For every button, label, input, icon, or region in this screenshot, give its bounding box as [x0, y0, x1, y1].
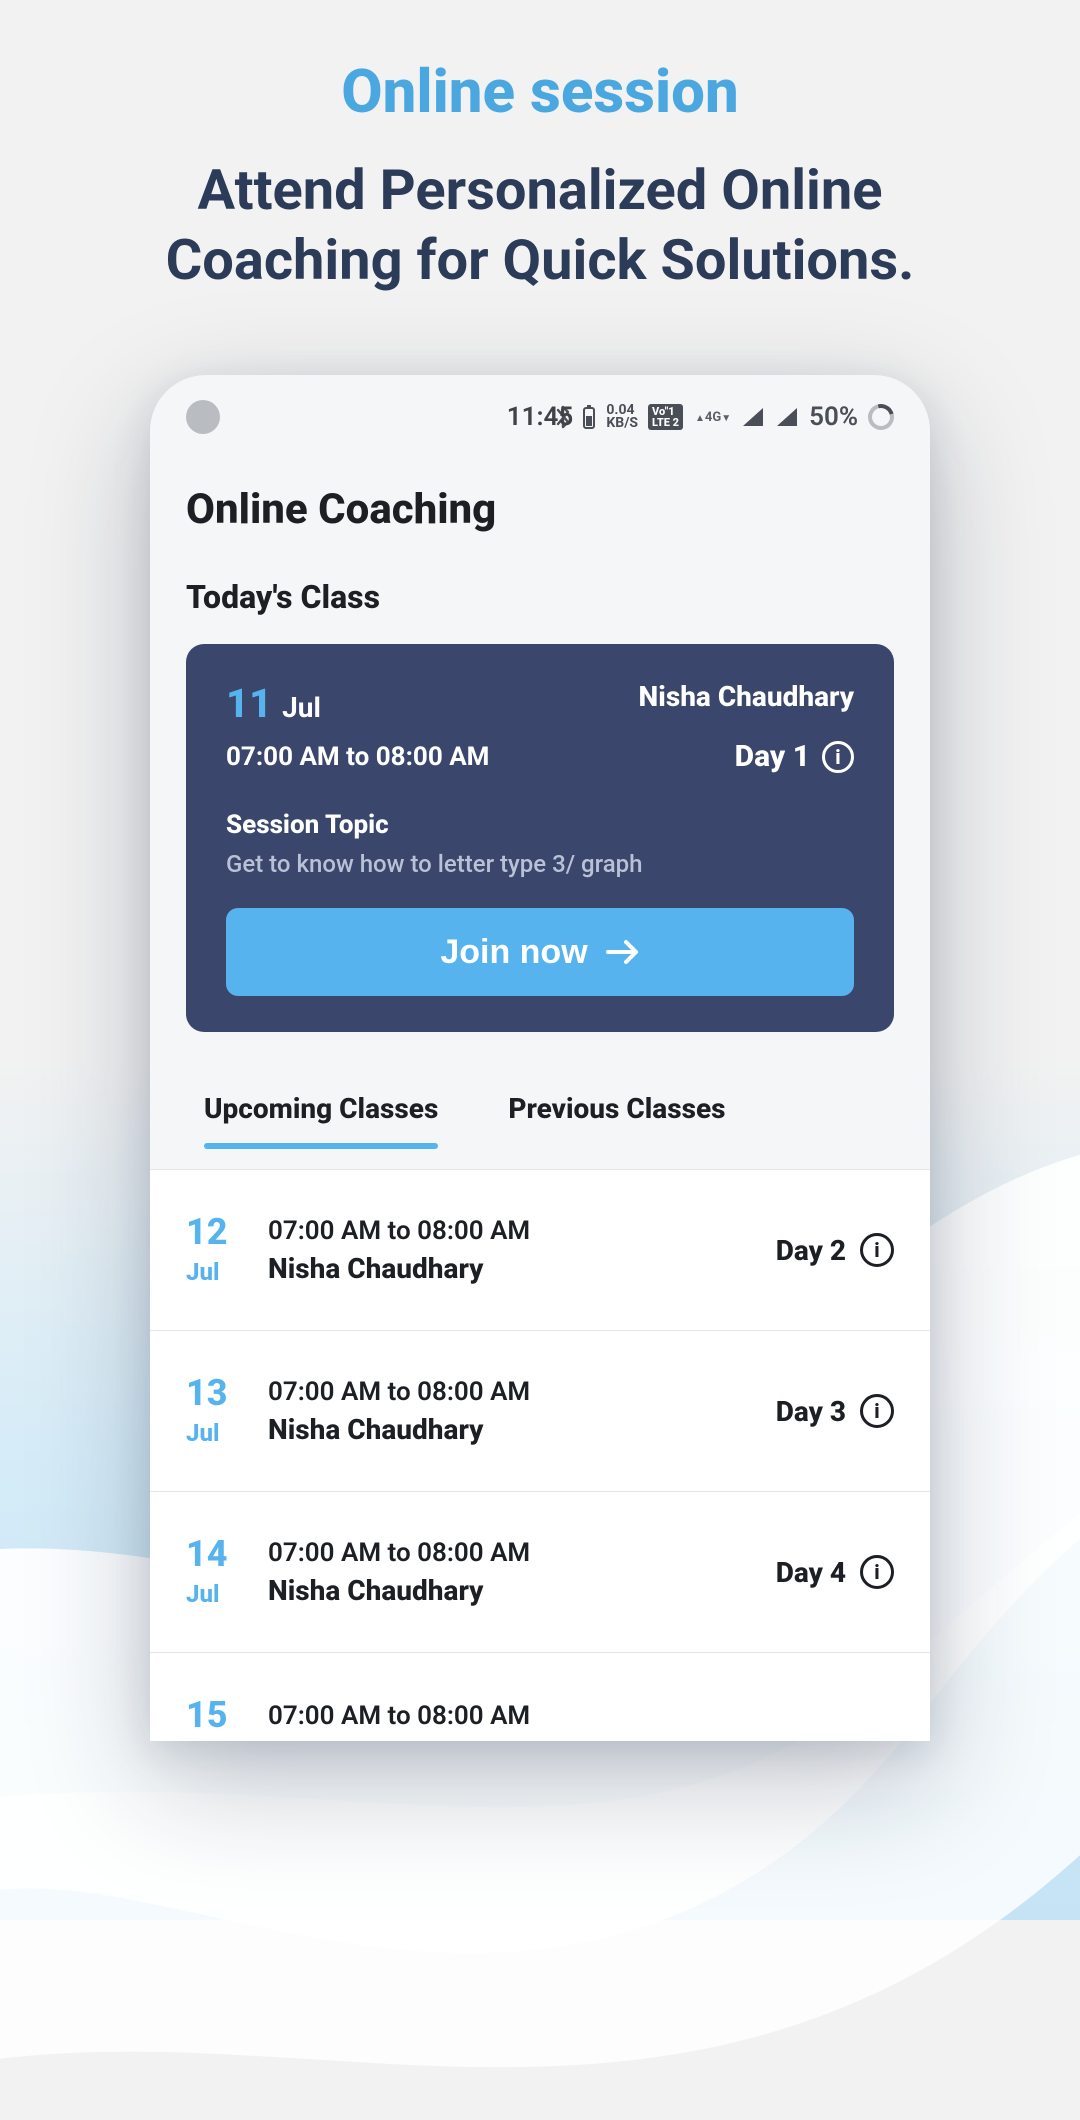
today-class-card: 11 Jul Nisha Chaudhary 07:00 AM to 08:00… — [186, 644, 894, 1032]
class-row[interactable]: 12 Jul 07:00 AM to 08:00 AM Nisha Chaudh… — [150, 1169, 930, 1330]
today-date-mon: Jul — [282, 691, 321, 724]
phone-mockup: 11:45 0.04KB/S Vo"1 LTE 2 ▲4G▼ — [150, 375, 930, 1741]
class-date: 12 Jul — [186, 1214, 242, 1286]
class-time: 07:00 AM to 08:00 AM — [268, 1538, 530, 1568]
class-instructor: Nisha Chaudhary — [268, 1252, 530, 1285]
class-row[interactable]: 15 07:00 AM to 08:00 AM — [150, 1652, 930, 1741]
status-bar: 11:45 0.04KB/S Vo"1 LTE 2 ▲4G▼ — [150, 375, 930, 451]
class-time: 07:00 AM to 08:00 AM — [268, 1216, 530, 1246]
today-date: 11 Jul — [226, 680, 321, 727]
join-now-button[interactable]: Join now — [226, 908, 854, 996]
tab-previous[interactable]: Previous Classes — [508, 1082, 725, 1143]
info-icon[interactable]: i — [822, 741, 854, 773]
today-section-title: Today's Class — [186, 578, 894, 616]
class-date: 14 Jul — [186, 1536, 242, 1608]
today-day-label: Day 1 i — [735, 739, 854, 774]
today-instructor: Nisha Chaudhary — [639, 680, 854, 713]
today-date-num: 11 — [226, 680, 272, 727]
class-instructor: Nisha Chaudhary — [268, 1574, 530, 1607]
arrow-right-icon — [606, 939, 640, 965]
session-topic-desc: Get to know how to letter type 3/ graph — [226, 850, 854, 878]
class-date: 15 — [186, 1697, 242, 1741]
upcoming-class-list: 12 Jul 07:00 AM to 08:00 AM Nisha Chaudh… — [186, 1169, 894, 1741]
info-icon[interactable]: i — [860, 1233, 894, 1267]
status-time: 11:45 — [150, 402, 930, 432]
class-time: 07:00 AM to 08:00 AM — [268, 1377, 530, 1407]
class-time: 07:00 AM to 08:00 AM — [268, 1701, 530, 1731]
class-row[interactable]: 13 Jul 07:00 AM to 08:00 AM Nisha Chaudh… — [150, 1330, 930, 1491]
tab-upcoming[interactable]: Upcoming Classes — [204, 1082, 438, 1143]
class-row[interactable]: 14 Jul 07:00 AM to 08:00 AM Nisha Chaudh… — [150, 1491, 930, 1652]
promo-header: Online session Attend Personalized Onlin… — [0, 0, 1080, 315]
page-title: Online Coaching — [186, 485, 894, 534]
class-day-label: Day 3 — [776, 1395, 846, 1428]
info-icon[interactable]: i — [860, 1555, 894, 1589]
class-day-label: Day 2 — [776, 1234, 846, 1267]
class-instructor: Nisha Chaudhary — [268, 1413, 530, 1446]
session-topic-label: Session Topic — [226, 810, 854, 840]
class-day-label: Day 4 — [776, 1556, 846, 1589]
class-tabs: Upcoming Classes Previous Classes — [186, 1082, 894, 1143]
promo-title: Online session — [80, 56, 1000, 127]
promo-subtitle: Attend Personalized Online Coaching for … — [80, 155, 1000, 295]
class-date: 13 Jul — [186, 1375, 242, 1447]
info-icon[interactable]: i — [860, 1394, 894, 1428]
today-time: 07:00 AM to 08:00 AM — [226, 742, 489, 772]
